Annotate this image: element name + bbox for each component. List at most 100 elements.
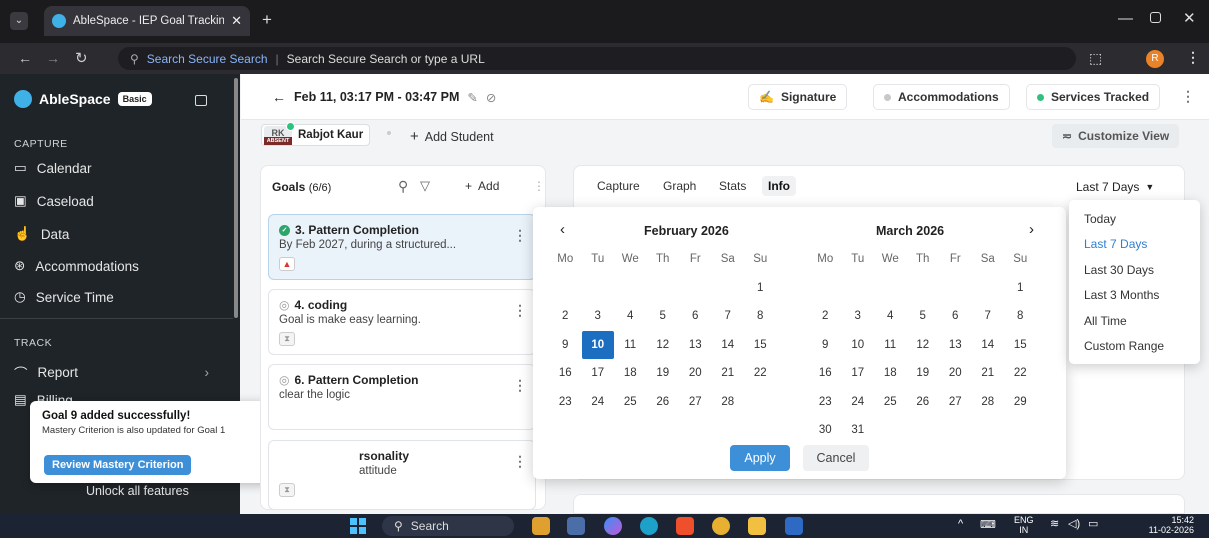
calendar-day[interactable]: 24 xyxy=(582,388,615,417)
calendar-day[interactable]: 19 xyxy=(907,359,940,388)
back-icon[interactable]: ← xyxy=(18,50,32,66)
calendar-day[interactable]: 22 xyxy=(1004,359,1037,388)
goal-menu-icon[interactable]: ⋮ xyxy=(513,453,527,470)
back-arrow-icon[interactable]: ← xyxy=(272,89,286,105)
calendar-day[interactable]: 5 xyxy=(647,302,680,331)
collapse-sidebar-icon[interactable] xyxy=(195,95,207,106)
clock[interactable]: 15:42 11-02-2026 xyxy=(1130,515,1194,535)
volume-icon[interactable]: ◁) xyxy=(1068,517,1080,530)
calendar-day[interactable]: 5 xyxy=(907,302,940,331)
calendar-day[interactable]: 22 xyxy=(744,359,777,388)
sidebar-item-report[interactable]: ⌒ Report › xyxy=(14,362,209,382)
calendar-day[interactable]: 21 xyxy=(972,359,1005,388)
range-option-all-time[interactable]: All Time xyxy=(1069,308,1200,334)
calendar-day[interactable]: 25 xyxy=(614,388,647,417)
battery-icon[interactable]: ▭ xyxy=(1088,517,1098,530)
language-indicator[interactable]: ENG IN xyxy=(1014,515,1034,535)
wifi-icon[interactable]: ≋ xyxy=(1050,517,1059,530)
edit-icon[interactable]: ✎ xyxy=(467,90,477,105)
forward-icon[interactable]: → xyxy=(46,50,60,66)
range-option-last-7-days[interactable]: Last 7 Days xyxy=(1069,232,1200,258)
tab-info[interactable]: Info xyxy=(762,176,796,196)
calendar-day[interactable]: 13 xyxy=(679,331,712,360)
calendar-day[interactable]: 4 xyxy=(874,302,907,331)
next-month-icon[interactable]: › xyxy=(1029,221,1034,238)
calendar-day[interactable]: 20 xyxy=(939,359,972,388)
goal-menu-icon[interactable]: ⋮ xyxy=(513,377,527,394)
restore-icon[interactable] xyxy=(1150,12,1161,23)
tab-graph[interactable]: Graph xyxy=(663,179,696,193)
calendar-day[interactable]: 7 xyxy=(712,302,745,331)
brave-icon[interactable] xyxy=(676,517,694,535)
goal-menu-icon[interactable]: ⋮ xyxy=(513,227,527,244)
unlock-features-link[interactable]: Unlock all features xyxy=(86,484,189,498)
windows-start-icon[interactable] xyxy=(350,518,366,534)
calendar-day[interactable]: 12 xyxy=(647,331,680,360)
browser-menu-icon[interactable]: ⋮ xyxy=(1186,49,1200,66)
calendar-day[interactable]: 11 xyxy=(614,331,647,360)
accommodations-button[interactable]: Accommodations xyxy=(873,84,1010,110)
profile-avatar[interactable]: R xyxy=(1146,50,1164,68)
apply-button[interactable]: Apply xyxy=(730,445,790,471)
calendar-day[interactable]: 25 xyxy=(874,388,907,417)
calendar-day[interactable]: 21 xyxy=(712,359,745,388)
services-tracked-button[interactable]: Services Tracked xyxy=(1026,84,1161,110)
calendar-day[interactable]: 10 xyxy=(842,331,875,360)
calendar-day[interactable]: 12 xyxy=(907,331,940,360)
widgets-icon[interactable] xyxy=(532,517,550,535)
browser-tab[interactable]: AbleSpace - IEP Goal Tracking / ✕ xyxy=(44,6,250,36)
close-tab-icon[interactable]: ✕ xyxy=(231,13,242,29)
calendar-day[interactable]: 16 xyxy=(549,359,582,388)
prev-month-icon[interactable]: ‹ xyxy=(560,221,565,238)
calendar-day[interactable]: 1 xyxy=(1004,274,1037,303)
calendar-day[interactable]: 28 xyxy=(712,388,745,417)
calendar-day[interactable]: 19 xyxy=(647,359,680,388)
app-logo[interactable]: AbleSpace Basic xyxy=(14,90,152,108)
copilot-icon[interactable] xyxy=(604,517,622,535)
calendar-day[interactable]: 20 xyxy=(679,359,712,388)
calendar-day[interactable]: 23 xyxy=(809,388,842,417)
calendar-day[interactable]: 24 xyxy=(842,388,875,417)
sidebar-item-data[interactable]: ☝ Data xyxy=(14,226,69,242)
calendar-day[interactable]: 11 xyxy=(874,331,907,360)
calendar-day[interactable]: 17 xyxy=(842,359,875,388)
goal-card[interactable]: rsonality attitude ⧗ ⋮ xyxy=(268,440,536,510)
calendar-day[interactable]: 14 xyxy=(712,331,745,360)
calendar-day[interactable]: 26 xyxy=(907,388,940,417)
calendar-day[interactable]: 30 xyxy=(809,416,842,445)
calendar-day[interactable]: 26 xyxy=(647,388,680,417)
goal-card[interactable]: ◎ 6. Pattern Completion clear the logic … xyxy=(268,364,536,430)
calendar-day[interactable]: 18 xyxy=(614,359,647,388)
goals-kebab-icon[interactable]: ⋮ xyxy=(533,179,545,193)
keyboard-icon[interactable]: ⌨ xyxy=(980,518,996,531)
tab-stats[interactable]: Stats xyxy=(719,179,746,193)
tab-capture[interactable]: Capture xyxy=(597,179,640,193)
file-viewer-icon[interactable] xyxy=(567,517,585,535)
calendar-day[interactable]: 9 xyxy=(809,331,842,360)
calendar-day[interactable]: 29 xyxy=(1004,388,1037,417)
calendar-day[interactable]: 2 xyxy=(809,302,842,331)
range-option-last-3-months[interactable]: Last 3 Months xyxy=(1069,283,1200,309)
calendar-day[interactable]: 3 xyxy=(582,302,615,331)
review-mastery-button[interactable]: Review Mastery Criterion xyxy=(44,455,192,475)
word-icon[interactable] xyxy=(785,517,803,535)
calendar-day[interactable]: 27 xyxy=(939,388,972,417)
customize-view-button[interactable]: ≂ Customize View xyxy=(1052,124,1180,148)
date-range-select[interactable]: Last 7 Days ▼ xyxy=(1076,180,1154,194)
calendar-day[interactable]: 2 xyxy=(549,302,582,331)
calendar-day-selected[interactable]: 10 xyxy=(581,330,614,359)
file-explorer-icon[interactable] xyxy=(748,517,766,535)
more-options-icon[interactable]: ⋮ xyxy=(1181,88,1195,105)
calendar-day[interactable]: 6 xyxy=(939,302,972,331)
add-student-button[interactable]: + Add Student xyxy=(410,128,494,145)
calendar-day[interactable]: 18 xyxy=(874,359,907,388)
calendar-day[interactable]: 7 xyxy=(972,302,1005,331)
cancel-button[interactable]: Cancel xyxy=(803,445,869,471)
calendar-day[interactable]: 28 xyxy=(972,388,1005,417)
minimize-icon[interactable]: — xyxy=(1118,10,1133,27)
add-goal-button[interactable]: + Add xyxy=(465,179,499,193)
calendar-day[interactable]: 23 xyxy=(549,388,582,417)
calendar-day[interactable]: 3 xyxy=(842,302,875,331)
calendar-day[interactable]: 16 xyxy=(809,359,842,388)
calendar-day[interactable]: 31 xyxy=(842,416,875,445)
